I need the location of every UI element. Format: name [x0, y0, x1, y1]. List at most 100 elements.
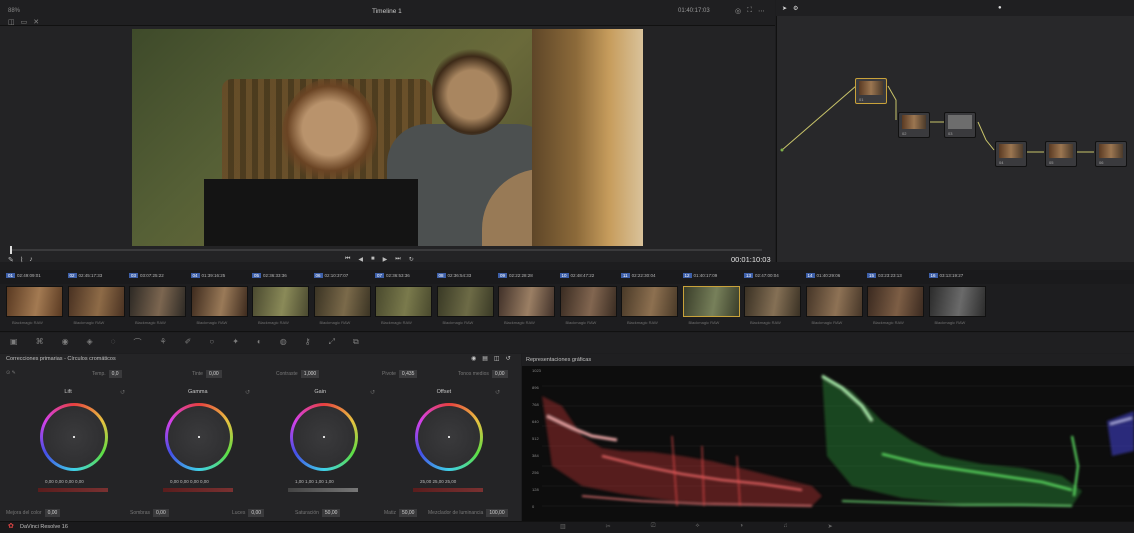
key-icon[interactable]: ⚷ — [305, 337, 311, 348]
master-wheel-slider[interactable] — [288, 488, 358, 492]
shadows-control[interactable]: Sombras 0,00 — [130, 509, 169, 517]
wheel-values[interactable]: 0,00 0,00 0,00 0,00 — [170, 479, 209, 484]
wheel-values[interactable]: 25,00 25,00 25,00 — [420, 479, 456, 484]
reset-icon[interactable]: ↺ — [120, 389, 125, 396]
fairlight-page-icon[interactable]: ♫ — [783, 523, 788, 530]
page-tabs: ▥ ✂ ⎚ ⟡ ◑ ♫ ➤ — [560, 523, 833, 530]
fullscreen-icon[interactable]: ⛶ — [747, 7, 752, 15]
edit-page-icon[interactable]: ⎚ — [651, 523, 656, 530]
clip-thumbnail[interactable] — [805, 286, 863, 317]
temp-control[interactable]: Temp. 0,0 — [92, 370, 122, 378]
color-wheel-lift[interactable] — [40, 403, 108, 471]
color-wheel-gamma[interactable] — [165, 403, 233, 471]
clip-thumbnail[interactable] — [190, 286, 248, 317]
clip-thumbnail[interactable] — [559, 286, 617, 317]
saturation-control[interactable]: Saturación 50,00 — [295, 509, 341, 517]
color-match-icon[interactable]: ⌘ — [36, 337, 44, 348]
color-wheels-icon[interactable]: ◉ — [62, 337, 69, 348]
cut-page-icon[interactable]: ✂ — [606, 523, 611, 530]
node-01[interactable]: 01 — [855, 78, 887, 104]
stop-button[interactable]: ■ — [371, 256, 375, 263]
clip-thumbnail[interactable] — [682, 286, 740, 317]
wheels-mode-icon[interactable]: ◉ — [471, 355, 476, 362]
camera-raw-icon[interactable]: ▣ — [10, 337, 18, 348]
reset-icon[interactable]: ↺ — [495, 389, 500, 396]
wheel-values[interactable]: 0,00 0,00 0,00 0,00 — [45, 479, 84, 484]
clip-thumbnail[interactable] — [498, 286, 555, 317]
auto-balance-icon[interactable]: ⊙ ✎ — [6, 370, 16, 376]
color-wheel-gain[interactable] — [290, 403, 358, 471]
qualifier-icon[interactable]: ✐ — [185, 337, 192, 348]
mid-detail-control[interactable]: Tonos medios 0,00 — [458, 370, 508, 378]
node-03[interactable]: 03 — [944, 112, 976, 138]
play-reverse-button[interactable]: ◀ — [358, 256, 363, 263]
color-page-icon[interactable]: ◑ — [739, 523, 743, 530]
node-04[interactable]: 04 — [995, 141, 1027, 167]
node-05[interactable]: 05 — [1045, 141, 1077, 167]
node-02[interactable]: 02 — [898, 112, 930, 138]
pen-icon[interactable]: ✎ — [8, 256, 14, 264]
clip-timecode: 06 02:10:37:07 — [313, 273, 348, 278]
loop-button[interactable]: ↻ — [409, 256, 414, 263]
clip-thumbnail[interactable] — [252, 286, 309, 317]
master-wheel-slider[interactable] — [38, 488, 108, 492]
highlight-icon[interactable]: ◎ — [735, 7, 741, 15]
timeline-title[interactable]: Timeline 1 — [372, 8, 402, 15]
highlights-control[interactable]: Luces 0,00 — [232, 509, 265, 517]
more-icon[interactable]: ⋯ — [758, 7, 765, 15]
curves-icon[interactable]: ⌒ — [133, 337, 141, 348]
clip-thumbnail[interactable] — [375, 286, 432, 317]
blur-icon[interactable]: ◍ — [280, 337, 287, 348]
clip-thumbnail[interactable] — [928, 286, 986, 317]
rgb-mixer-icon[interactable]: ◈ — [87, 337, 93, 348]
reset-icon[interactable]: ↺ — [245, 389, 250, 396]
zoom-dropdown[interactable]: 88% — [8, 8, 20, 14]
3d-icon[interactable]: ⧉ — [353, 337, 359, 348]
log-mode-icon[interactable]: ◫ — [494, 355, 500, 362]
clip-thumbnail[interactable] — [67, 286, 125, 317]
master-wheel-slider[interactable] — [413, 488, 483, 492]
magic-mask-icon[interactable]: ◐ — [257, 337, 262, 348]
contrast-control[interactable]: Contraste 1,000 — [276, 370, 320, 378]
lum-mix-control[interactable]: Mezclador de luminancia 100,00 — [428, 509, 508, 517]
clip-thumbnail[interactable] — [621, 286, 678, 317]
clip-tc-value: 03:07:25:22 — [140, 273, 164, 278]
color-warper-icon[interactable]: ⚘ — [159, 337, 166, 348]
pivot-control[interactable]: Pivote 0,435 — [382, 370, 418, 378]
wipe-icon[interactable]: ✕ — [33, 18, 39, 26]
viewer-scrubber[interactable] — [10, 249, 762, 251]
node-06[interactable]: 06 — [1095, 141, 1127, 167]
reset-icon[interactable]: ↺ — [370, 389, 375, 396]
wheel-values[interactable]: 1,00 1,00 1,00 1,00 — [295, 479, 334, 484]
color-boost-control[interactable]: Mejora del color 0,00 — [6, 509, 61, 517]
hue-control[interactable]: Matiz 50,00 — [384, 509, 418, 517]
color-wheel-offset[interactable] — [415, 403, 483, 471]
tracker-icon[interactable]: ✦ — [232, 337, 239, 348]
reset-all-icon[interactable]: ↺ — [506, 355, 511, 362]
clip-thumbnail[interactable] — [744, 286, 801, 317]
eyedropper-icon[interactable]: ⌇ — [20, 256, 23, 264]
go-to-start-button[interactable]: ⏮ — [345, 256, 350, 263]
bars-mode-icon[interactable]: ▤ — [482, 355, 488, 362]
audio-icon[interactable]: ♪ — [29, 256, 33, 264]
clip-thumbnail[interactable] — [6, 286, 63, 317]
sizing-icon[interactable]: ⤢ — [329, 337, 335, 348]
clip-thumbnail[interactable] — [436, 286, 494, 317]
clip-thumbnail[interactable] — [867, 286, 924, 317]
deliver-page-icon[interactable]: ➤ — [828, 523, 833, 530]
motion-effects-icon[interactable]: ◌ — [111, 337, 116, 348]
fusion-page-icon[interactable]: ⟡ — [696, 523, 700, 530]
play-button[interactable]: ▶ — [383, 256, 388, 263]
tint-control[interactable]: Tinte 0,00 — [192, 370, 222, 378]
green-channel-trace — [821, 374, 1082, 507]
layout-icon[interactable]: ▭ — [21, 18, 28, 26]
media-page-icon[interactable]: ▥ — [560, 523, 566, 530]
playhead[interactable] — [10, 246, 12, 254]
split-icon[interactable]: ◫ — [8, 18, 15, 26]
clip-thumbnail[interactable] — [313, 286, 371, 317]
go-to-end-button[interactable]: ⏭ — [395, 256, 400, 263]
clip-thumbnail[interactable] — [129, 286, 186, 317]
clip-number: 03 — [129, 273, 139, 278]
master-wheel-slider[interactable] — [163, 488, 233, 492]
window-icon[interactable]: ○ — [209, 337, 214, 348]
